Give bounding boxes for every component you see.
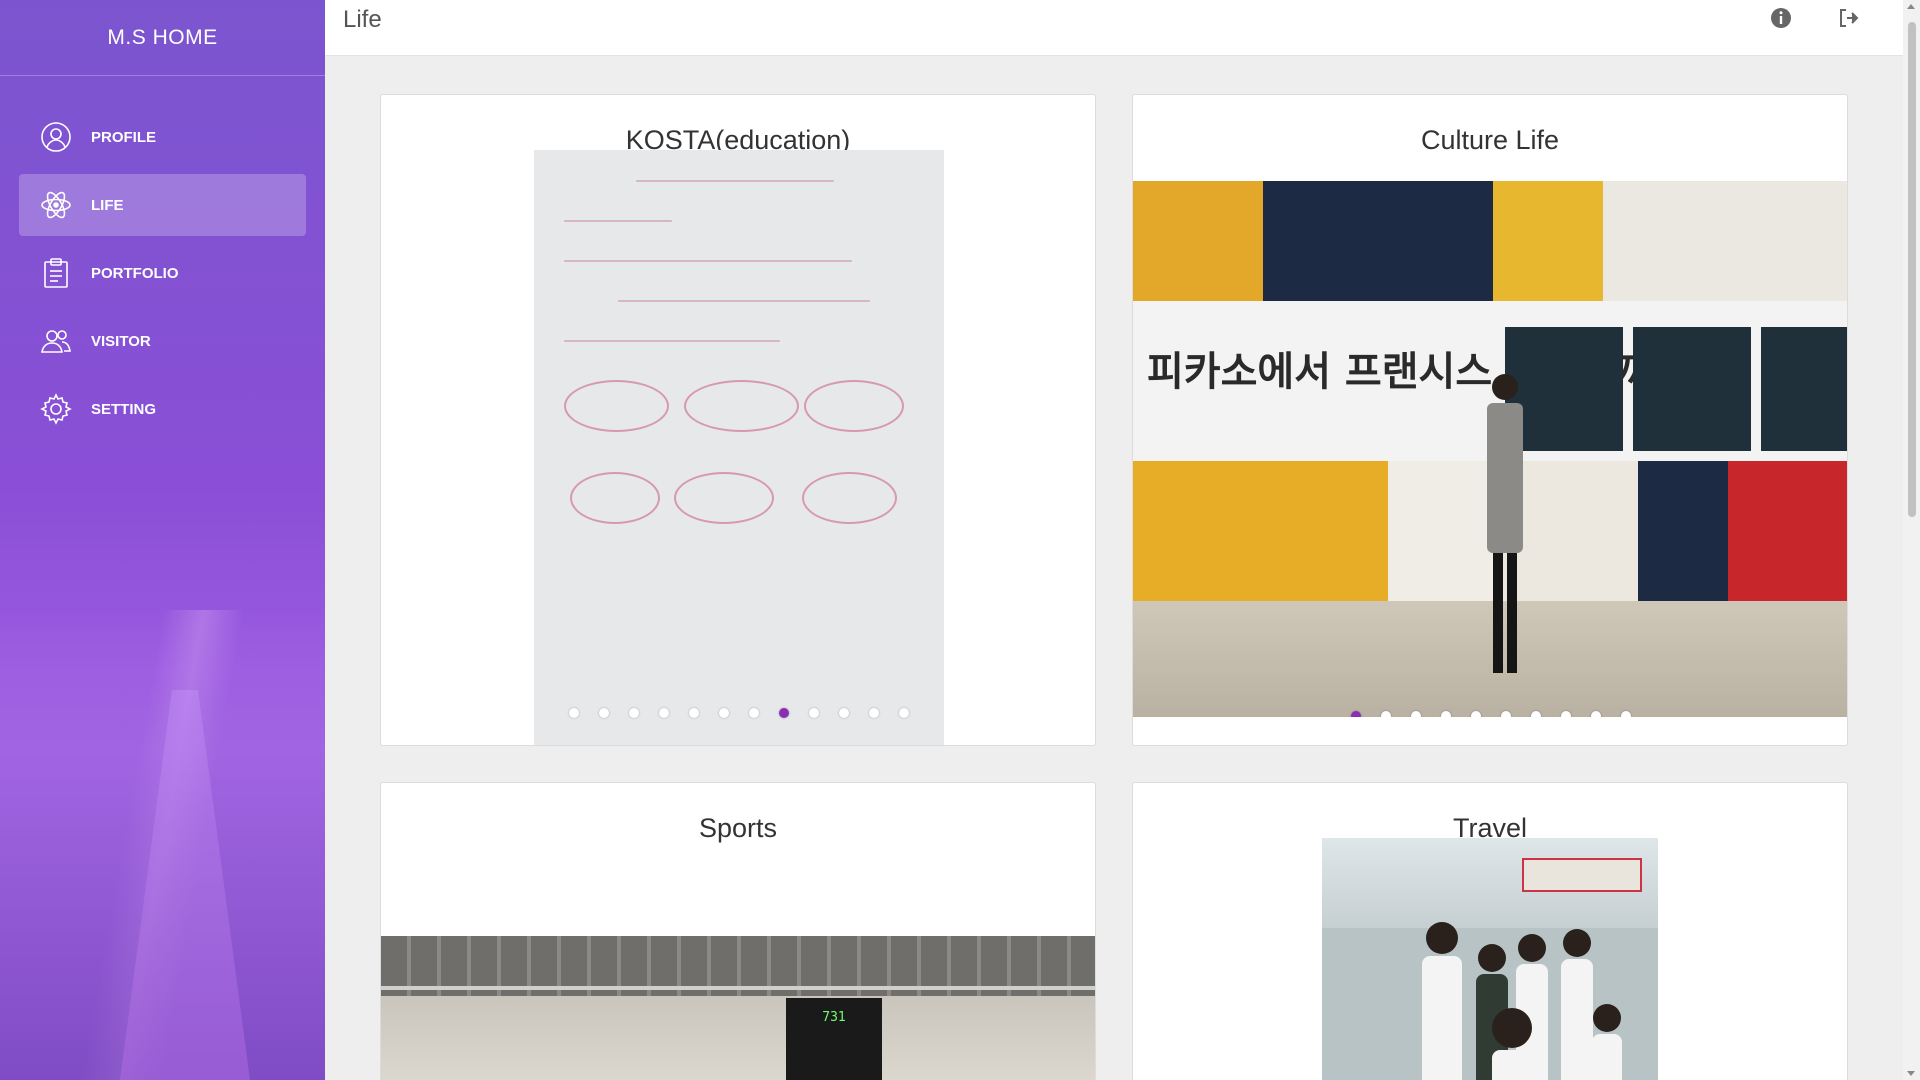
sidebar-item-setting[interactable]: SETTING — [19, 378, 306, 440]
gear-icon — [39, 392, 73, 426]
painting — [1633, 327, 1751, 451]
sidebar-item-visitor[interactable]: VISITOR — [19, 310, 306, 372]
handwriting-lines — [564, 180, 924, 380]
carousel-dot-active[interactable] — [779, 708, 789, 718]
sidebar-item-portfolio[interactable]: PORTFOLIO — [19, 242, 306, 304]
carousel-dot[interactable] — [809, 708, 819, 718]
card-kosta-education: KOSTA(education) — [380, 94, 1096, 746]
sidebar-item-life[interactable]: LIFE — [19, 174, 306, 236]
top-header: Life — [325, 0, 1920, 56]
person-figure — [1487, 374, 1523, 673]
sidebar-item-label: LIFE — [91, 196, 124, 214]
carousel-dot[interactable] — [1411, 711, 1421, 717]
group-people — [1422, 922, 1622, 1080]
shop-sign — [1522, 858, 1642, 892]
sidebar-item-label: SETTING — [91, 400, 157, 418]
sports-hall-photo[interactable]: 731 — [381, 936, 1095, 1080]
gallery-photo[interactable]: 피카소에서 프랜시스 베이컨까지 — [1133, 181, 1847, 717]
carousel-dot[interactable] — [1561, 711, 1571, 717]
brand-title[interactable]: M.S HOME — [0, 0, 325, 76]
user-circle-icon — [39, 120, 73, 154]
page-title: Life — [343, 6, 382, 33]
carousel-dot[interactable] — [1441, 711, 1451, 717]
carousel-dot[interactable] — [1621, 711, 1631, 717]
carousel-dot[interactable] — [719, 708, 729, 718]
card-sports: Sports 731 — [380, 782, 1096, 1080]
atom-icon — [39, 188, 73, 222]
painting — [1761, 327, 1847, 451]
scroll-up-arrow[interactable] — [1907, 4, 1915, 9]
education-poster-photo[interactable] — [534, 150, 944, 745]
clipboard-icon — [39, 256, 73, 290]
carousel-dot[interactable] — [629, 708, 639, 718]
sidebar-item-label: PORTFOLIO — [91, 264, 179, 282]
users-icon — [39, 324, 73, 358]
carousel-dot[interactable] — [1531, 711, 1541, 717]
carousel-dot[interactable] — [659, 708, 669, 718]
carousel-dot[interactable] — [1471, 711, 1481, 717]
scoreboard-text: 731 — [822, 1010, 846, 1025]
carousel-dot-active[interactable] — [1351, 711, 1361, 717]
carousel-dot[interactable] — [839, 708, 849, 718]
scoreboard: 731 — [786, 998, 882, 1080]
page-scrollbar[interactable] — [1903, 0, 1920, 1080]
railing — [381, 986, 1095, 990]
scroll-down-arrow[interactable] — [1907, 1071, 1915, 1076]
logout-icon[interactable] — [1837, 6, 1861, 30]
road-graphic — [120, 690, 250, 1080]
carousel-indicators — [534, 708, 944, 718]
carousel-dot[interactable] — [1591, 711, 1601, 717]
carousel-dot[interactable] — [749, 708, 759, 718]
sidebar-item-profile[interactable]: PROFILE — [19, 106, 306, 168]
court — [381, 996, 1095, 1080]
sidebar-background-image — [0, 610, 325, 1080]
sidebar-nav: PROFILE LIFE PORTFOLIO VISITOR SETTING — [0, 76, 325, 440]
scroll-thumb[interactable] — [1908, 22, 1916, 517]
card-title: Culture Life — [1420, 125, 1560, 155]
sidebar-item-label: VISITOR — [91, 332, 151, 350]
carousel-dot[interactable] — [869, 708, 879, 718]
travel-group-photo[interactable] — [1322, 838, 1658, 1080]
card-culture-life: Culture Life 피카소에서 프랜시스 베이컨까지 — [1132, 94, 1848, 746]
info-icon[interactable] — [1769, 6, 1793, 30]
sidebar: M.S HOME PROFILE LIFE PORTFOLIO VISITOR — [0, 0, 325, 1080]
card-title: Sports — [698, 813, 778, 843]
carousel-dot[interactable] — [899, 708, 909, 718]
carousel-dot[interactable] — [689, 708, 699, 718]
carousel-dot[interactable] — [569, 708, 579, 718]
carousel-dot[interactable] — [1381, 711, 1391, 717]
card-travel: Travel — [1132, 782, 1848, 1080]
carousel-indicators — [1133, 711, 1847, 717]
carousel-dot[interactable] — [1501, 711, 1511, 717]
sidebar-item-label: PROFILE — [91, 128, 157, 146]
carousel-dot[interactable] — [599, 708, 609, 718]
